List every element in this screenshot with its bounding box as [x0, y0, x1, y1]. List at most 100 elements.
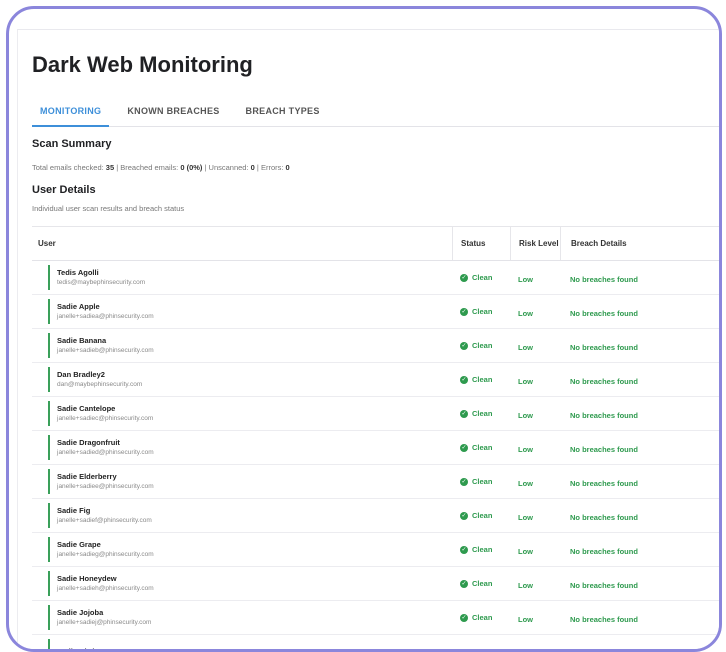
status-text: Clean	[472, 443, 492, 452]
status-badge: ✓ Clean	[460, 273, 510, 282]
user-name: Tedis Agolli	[57, 268, 145, 278]
tab-known-breaches[interactable]: KNOWN BREACHES	[119, 102, 227, 125]
table-row[interactable]: Sadie Grape janelle+sadieg@phinsecurity.…	[32, 533, 719, 567]
breach-details: No breaches found	[570, 479, 638, 488]
check-circle-icon: ✓	[460, 444, 468, 452]
user-email: janelle+sadiej@phinsecurity.com	[57, 618, 151, 628]
total-label: Total emails checked:	[32, 163, 104, 172]
breach-details: No breaches found	[570, 547, 638, 556]
risk-cell: Low	[510, 337, 560, 355]
user-cell: Tedis Agolli tedis@maybephinsecurity.com	[32, 261, 452, 294]
user-name: Sadie Banana	[57, 336, 154, 346]
check-circle-icon: ✓	[460, 410, 468, 418]
breach-details: No breaches found	[570, 581, 638, 590]
user-info: Sadie Dragonfruit janelle+sadied@phinsec…	[57, 438, 154, 458]
column-header-risk-level[interactable]: Risk Level	[510, 227, 560, 260]
user-cell: Dan Bradley2 dan@maybephinsecurity.com	[32, 363, 452, 396]
status-text: Clean	[472, 545, 492, 554]
breached-label: Breached emails:	[120, 163, 178, 172]
breach-cell: No breaches found	[560, 609, 719, 627]
status-badge: ✓Clean	[460, 613, 510, 622]
row-status-bar	[48, 469, 50, 494]
check-circle-icon: ✓	[460, 512, 468, 520]
breach-details: No breaches found	[570, 411, 638, 420]
risk-cell: Low	[510, 405, 560, 423]
user-email: janelle+sadief@phinsecurity.com	[57, 516, 152, 526]
status-cell: ✓ Clean	[452, 273, 510, 282]
device-frame: Dark Web Monitoring MONITORING KNOWN BRE…	[6, 6, 722, 652]
breach-cell: No breaches found	[560, 541, 719, 559]
user-cell: Sadie Grape janelle+sadieg@phinsecurity.…	[32, 533, 452, 566]
risk-level: Low	[518, 309, 533, 318]
table-row[interactable]: Tedis Agolli tedis@maybephinsecurity.com…	[32, 261, 719, 295]
breach-cell: No breaches found	[560, 575, 719, 593]
check-circle-icon: ✓	[460, 308, 468, 316]
row-status-bar	[48, 367, 50, 392]
table-row[interactable]: Sadie Elderberry janelle+sadiee@phinsecu…	[32, 465, 719, 499]
errors-value: 0	[286, 163, 290, 172]
table-row[interactable]: Sadie Honeydew janelle+sadieh@phinsecuri…	[32, 567, 719, 601]
check-circle-icon: ✓	[460, 274, 468, 282]
row-status-bar	[48, 265, 50, 290]
column-header-status[interactable]: Status	[452, 227, 510, 260]
user-cell: Sadie Honeydew janelle+sadieh@phinsecuri…	[32, 567, 452, 600]
row-status-bar	[48, 401, 50, 426]
status-cell: ✓ Clean	[452, 443, 510, 452]
user-info: Sadie Cantelope janelle+sadiec@phinsecur…	[57, 404, 153, 424]
user-name: Sadie Jojoba	[57, 608, 151, 618]
row-status-bar	[48, 435, 50, 460]
user-name: Sadie Kiwi	[57, 647, 95, 652]
tab-breach-types[interactable]: BREACH TYPES	[238, 102, 328, 125]
status-badge: ✓Clean	[460, 341, 510, 350]
user-details-subheading: Individual user scan results and breach …	[32, 204, 184, 213]
app-window: Dark Web Monitoring MONITORING KNOWN BRE…	[17, 29, 719, 649]
breach-cell: No breaches found	[560, 405, 719, 423]
status-badge: ✓ Clean	[460, 443, 510, 452]
table-row[interactable]: Dan Bradley2 dan@maybephinsecurity.com ✓…	[32, 363, 719, 397]
breach-details: No breaches found	[570, 615, 638, 624]
breach-details: No breaches found	[570, 275, 638, 284]
table-row[interactable]: Sadie Jojoba janelle+sadiej@phinsecurity…	[32, 601, 719, 635]
risk-level: Low	[518, 275, 533, 284]
breach-cell: No breaches found	[560, 507, 719, 525]
status-text: Clean	[472, 273, 492, 282]
row-status-bar	[48, 503, 50, 528]
table-row[interactable]: Sadie Cantelope janelle+sadiec@phinsecur…	[32, 397, 719, 431]
status-cell: ✓Clean	[452, 307, 510, 316]
user-info: Sadie Kiwi	[57, 647, 95, 652]
status-cell: ✓Clean	[452, 613, 510, 622]
page-title: Dark Web Monitoring	[32, 52, 253, 78]
user-name: Sadie Elderberry	[57, 472, 154, 482]
row-status-bar	[48, 639, 50, 652]
status-badge: ✓Clean	[460, 579, 510, 588]
status-badge: ✓ Clean	[460, 409, 510, 418]
user-cell: Sadie Elderberry janelle+sadiee@phinsecu…	[32, 465, 452, 498]
unscanned-label: Unscanned:	[209, 163, 249, 172]
row-status-bar	[48, 605, 50, 630]
user-email: janelle+sadieg@phinsecurity.com	[57, 550, 154, 560]
table-row[interactable]: Sadie Kiwi	[32, 635, 719, 652]
user-name: Sadie Apple	[57, 302, 154, 312]
risk-cell: Low	[510, 507, 560, 525]
column-header-breach-details[interactable]: Breach Details	[560, 227, 719, 260]
table-row[interactable]: Sadie Dragonfruit janelle+sadied@phinsec…	[32, 431, 719, 465]
user-info: Sadie Banana janelle+sadieb@phinsecurity…	[57, 336, 154, 356]
risk-level: Low	[518, 581, 533, 590]
risk-cell: Low	[510, 473, 560, 491]
table-row[interactable]: Sadie Banana janelle+sadieb@phinsecurity…	[32, 329, 719, 363]
breach-cell: No breaches found	[560, 473, 719, 491]
check-circle-icon: ✓	[460, 546, 468, 554]
column-header-user[interactable]: User	[32, 227, 452, 260]
tab-monitoring[interactable]: MONITORING	[32, 102, 109, 127]
breach-cell: No breaches found	[560, 269, 719, 287]
user-info: Sadie Honeydew janelle+sadieh@phinsecuri…	[57, 574, 154, 594]
table-row[interactable]: Sadie Apple janelle+sadiea@phinsecurity.…	[32, 295, 719, 329]
status-text: Clean	[472, 409, 492, 418]
user-details-heading: User Details	[32, 184, 96, 196]
user-cell: Sadie Apple janelle+sadiea@phinsecurity.…	[32, 295, 452, 328]
user-info: Sadie Fig janelle+sadief@phinsecurity.co…	[57, 506, 152, 526]
status-text: Clean	[472, 477, 492, 486]
check-circle-icon: ✓	[460, 342, 468, 350]
risk-cell: Low	[510, 269, 560, 287]
table-row[interactable]: Sadie Fig janelle+sadief@phinsecurity.co…	[32, 499, 719, 533]
